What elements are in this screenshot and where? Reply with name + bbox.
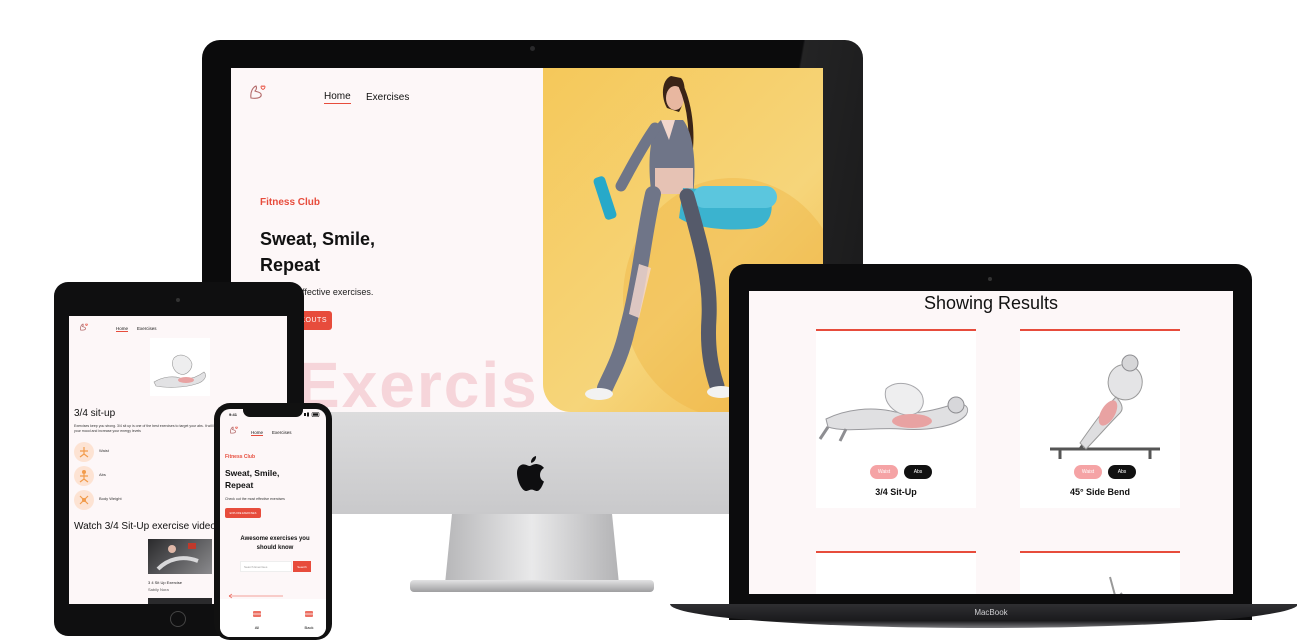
hero-subtitle: Check out the most effective exercises (225, 497, 285, 501)
exercise-name: 3/4 Sit-Up (875, 487, 917, 497)
hero-title: Sweat, Smile, Repeat (225, 468, 280, 490)
search-input[interactable]: Search Exercises (240, 561, 292, 572)
results-heading: Showing Results (923, 293, 1059, 313)
laptop-screen: Showing Results Waist Abs 3/4 Sit-Up Wai… (749, 291, 1233, 594)
flexed-arm-heart-icon[interactable] (248, 82, 268, 102)
video-thumbnail[interactable] (148, 598, 212, 604)
body-part-label: Back (304, 625, 314, 630)
nav-exercises-link[interactable]: Exercises (137, 326, 157, 331)
body-part-card[interactable]: Back (292, 605, 326, 633)
search-button[interactable]: Search (293, 561, 311, 572)
laptop-bottom-bezel (729, 594, 1252, 604)
exercise-name: 45° Side Bend (1069, 487, 1131, 497)
laptop-camera (988, 277, 992, 281)
body-part-label: All (254, 625, 260, 630)
imac-stand-neck (445, 514, 619, 584)
target-icon (74, 466, 94, 486)
detail-label: Waist (99, 448, 109, 453)
nav-home-link[interactable]: Home (251, 430, 264, 436)
target-tag[interactable]: Abs (1108, 465, 1136, 479)
body-part-tag[interactable]: Waist (1074, 465, 1102, 479)
exercise-card[interactable]: Waist Abs 45° Side Bend (1020, 329, 1180, 508)
laptop-brand: MacBook (974, 608, 1008, 617)
exercise-gif-image (1050, 354, 1160, 459)
hero-kicker: Fitness Club (260, 197, 321, 208)
exercise-gif-image (150, 338, 210, 396)
imac-camera (530, 46, 535, 51)
body-part-scroller: All Back (220, 599, 326, 637)
body-part-tag[interactable]: Waist (870, 465, 898, 479)
phone-screen: 9:41 Home Exercises Fitness Club Sweat, … (220, 409, 326, 637)
hero-title: Sweat, Smile, Repeat (260, 229, 376, 275)
phone-notch (243, 406, 303, 417)
nav-exercises-link[interactable]: Exercises (272, 430, 292, 435)
gym-icon (305, 611, 313, 617)
nav-exercises-link[interactable]: Exercises (366, 92, 409, 103)
exercise-gif-image (818, 382, 969, 442)
status-time: 9:41 (229, 412, 238, 417)
section-title: Awesome exercises you should know (240, 536, 310, 551)
hero-watermark: Exercis (297, 349, 539, 412)
equipment-icon (74, 490, 94, 510)
imac-stand-base (410, 580, 654, 592)
explore-exercises-button[interactable]: EXPLORE EXERCISES (225, 508, 261, 518)
nav-home-link[interactable]: Home (116, 326, 129, 332)
apple-logo-icon (517, 456, 544, 491)
detail-label: Abs (99, 472, 106, 477)
detail-label: Body Weight (99, 496, 122, 501)
exercise-title: 3/4 sit-up (74, 408, 116, 419)
videos-heading: Watch 3/4 Sit-Up exercise videos (74, 521, 221, 532)
gym-icon (253, 611, 261, 617)
flexed-arm-heart-icon[interactable] (229, 425, 239, 435)
target-tag[interactable]: Abs (904, 465, 932, 479)
exercise-card[interactable] (816, 551, 976, 594)
tablet-camera (176, 298, 180, 302)
flexed-arm-heart-icon[interactable] (79, 322, 89, 332)
video-title[interactable]: 3 4 Sit Up Exercise (148, 580, 182, 585)
hero-kicker: Fitness Club (225, 454, 256, 460)
video-thumbnail[interactable] (148, 539, 212, 574)
tablet-home-button[interactable] (170, 611, 186, 627)
body-part-card[interactable]: All (240, 605, 274, 633)
exercise-card[interactable]: Waist Abs 3/4 Sit-Up (816, 329, 976, 508)
exercise-card[interactable] (1020, 551, 1180, 594)
body-part-icon (74, 442, 94, 462)
battery-icon (304, 412, 320, 417)
exercise-gif-image (1109, 576, 1123, 594)
video-channel: Sabily Nora (148, 587, 169, 592)
nav-home-link[interactable]: Home (324, 91, 351, 104)
